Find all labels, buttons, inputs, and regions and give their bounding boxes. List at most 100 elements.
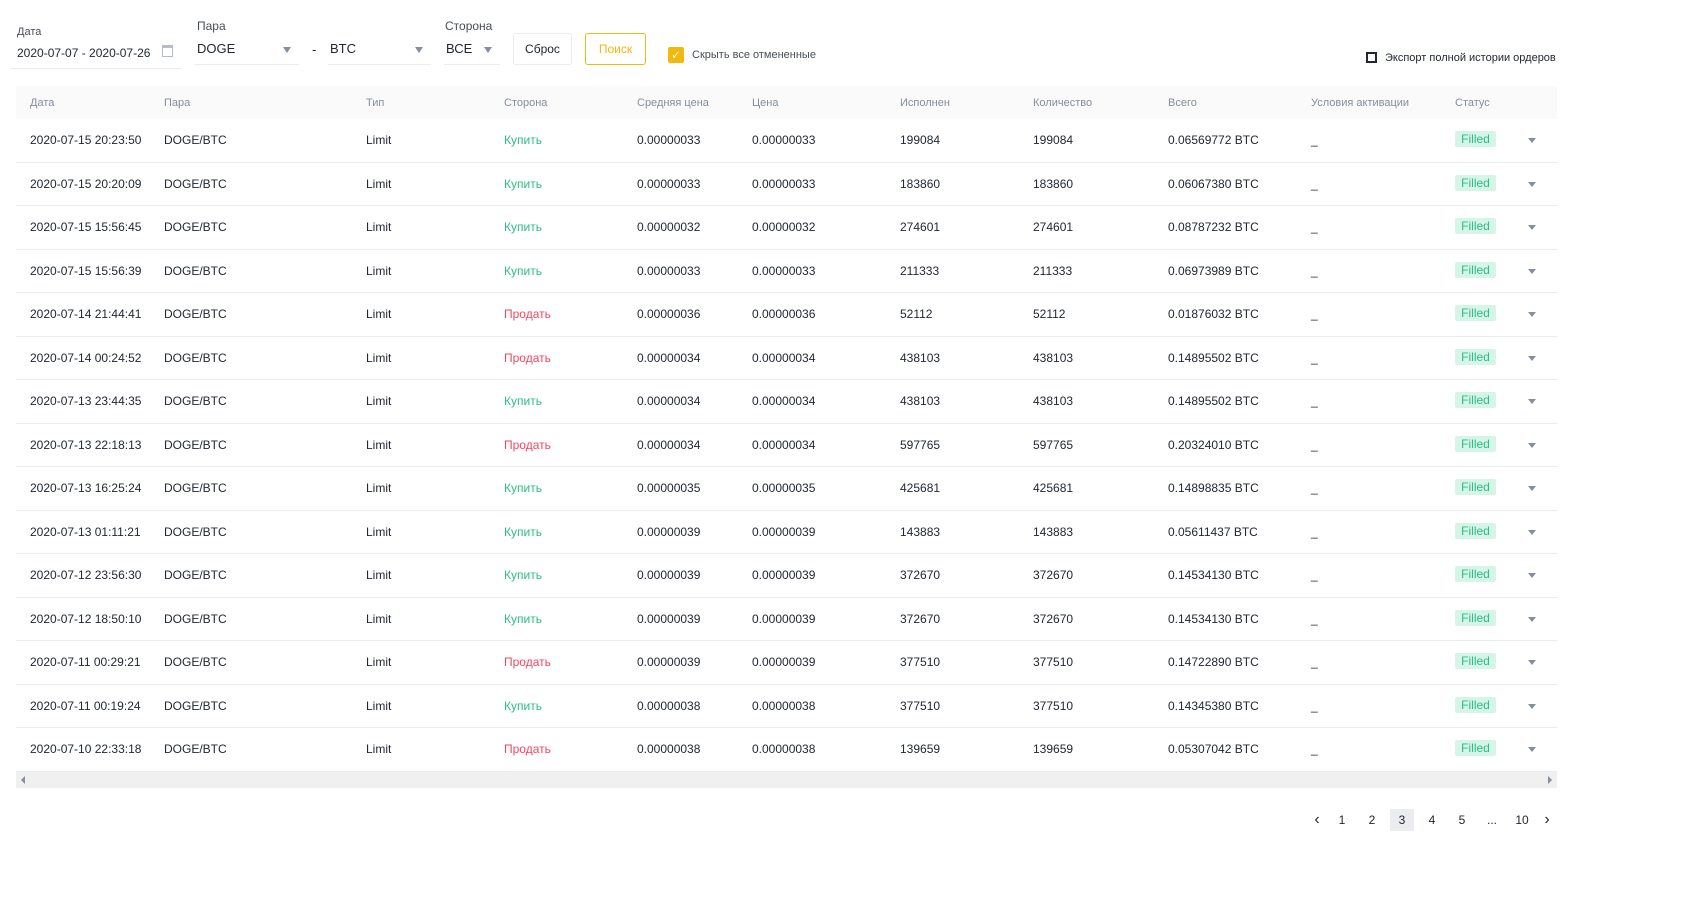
cell-side: Купить xyxy=(504,220,542,234)
column-header-side: Сторона xyxy=(504,97,548,109)
cell-total: 0.01876032 BTC xyxy=(1168,307,1259,321)
cell-avg-price: 0.00000033 xyxy=(637,133,701,147)
expand-row-icon[interactable] xyxy=(1528,747,1536,752)
cell-total: 0.14722890 BTC xyxy=(1168,655,1259,669)
status-badge: Filled xyxy=(1455,348,1496,365)
prev-page-icon[interactable]: ‹ xyxy=(1305,809,1329,831)
table-row: 2020-07-11 00:19:24 DOGE/BTC Limit Купить 0.… xyxy=(16,685,1557,728)
cell-price: 0.00000039 xyxy=(752,524,816,539)
expand-row-icon[interactable] xyxy=(1528,225,1536,230)
scroll-left-icon[interactable] xyxy=(21,776,25,784)
hide-cancelled-checkbox[interactable]: ✓ xyxy=(668,47,684,63)
expand-row-icon[interactable] xyxy=(1528,529,1536,535)
side-select[interactable]: ВСЕ xyxy=(444,33,500,65)
cell-amount: 199084 xyxy=(1033,133,1074,147)
cell-trigger: _ xyxy=(1311,350,1318,365)
table-row: 2020-07-12 18:50:10 DOGE/BTC Limit Купить 0.… xyxy=(16,598,1557,641)
cell-type: Limit xyxy=(366,437,392,452)
cell-filled: 377510 xyxy=(900,698,941,713)
cell-trigger: _ xyxy=(1311,263,1318,278)
cell-date: 2020-07-13 23:44:35 xyxy=(30,394,142,408)
cell-trigger: _ xyxy=(1311,742,1318,756)
reset-button[interactable]: Сброс xyxy=(513,33,572,65)
chevron-down-icon xyxy=(484,47,492,53)
cell-filled: 438103 xyxy=(900,394,941,408)
cell-avg-price: 0.00000034 xyxy=(637,394,701,408)
cell-pair: DOGE/BTC xyxy=(164,220,227,234)
base-select[interactable]: DOGE xyxy=(195,33,299,65)
cell-side: Купить xyxy=(504,394,542,408)
cell-date: 2020-07-15 15:56:39 xyxy=(30,263,142,278)
cell-trigger: _ xyxy=(1311,394,1318,408)
table-row: 2020-07-15 15:56:45 DOGE/BTC Limit Купить 0.… xyxy=(16,206,1557,250)
cell-filled: 199084 xyxy=(900,133,941,147)
page-10[interactable]: 10 xyxy=(1510,809,1534,831)
expand-row-icon[interactable] xyxy=(1528,355,1536,361)
expand-row-icon[interactable] xyxy=(1528,312,1536,317)
cell-amount: 425681 xyxy=(1033,481,1074,495)
cell-avg-price: 0.00000033 xyxy=(637,263,701,278)
column-header-date: Дата xyxy=(30,97,55,109)
cell-avg-price: 0.00000039 xyxy=(637,568,701,582)
horizontal-scrollbar[interactable] xyxy=(16,772,1557,788)
page-3[interactable]: 3 xyxy=(1390,809,1414,831)
page-2[interactable]: 2 xyxy=(1360,809,1384,831)
cell-avg-price: 0.00000034 xyxy=(637,350,701,365)
table-row: 2020-07-11 00:29:21 DOGE/BTC Limit Продать 0… xyxy=(16,641,1557,685)
cell-date: 2020-07-12 23:56:30 xyxy=(30,568,142,582)
cell-trigger: _ xyxy=(1311,698,1318,713)
cell-trigger: _ xyxy=(1311,307,1318,321)
status-badge: Filled xyxy=(1455,392,1496,408)
cell-type: Limit xyxy=(366,394,392,408)
cell-amount: 372670 xyxy=(1033,611,1074,626)
cell-side: Продать xyxy=(504,437,551,452)
cell-amount: 274601 xyxy=(1033,220,1074,234)
page-4[interactable]: 4 xyxy=(1420,809,1444,831)
cell-filled: 377510 xyxy=(900,655,941,669)
expand-row-icon[interactable] xyxy=(1528,268,1536,274)
cell-avg-price: 0.00000036 xyxy=(637,307,701,321)
expand-row-icon[interactable] xyxy=(1528,703,1536,709)
cell-date: 2020-07-12 18:50:10 xyxy=(30,611,142,626)
column-header-trigger: Условия активации xyxy=(1311,97,1410,109)
cell-trigger: _ xyxy=(1311,655,1318,669)
search-button[interactable]: Поиск xyxy=(585,33,646,65)
cell-price: 0.00000038 xyxy=(752,742,816,756)
quote-select[interactable]: BTC xyxy=(328,33,431,65)
cell-filled: 274601 xyxy=(900,220,941,234)
scroll-right-icon[interactable] xyxy=(1548,776,1552,784)
cell-date: 2020-07-11 00:19:24 xyxy=(30,698,141,713)
cell-total: 0.06569772 BTC xyxy=(1168,133,1259,147)
expand-row-icon[interactable] xyxy=(1528,181,1536,187)
expand-row-icon[interactable] xyxy=(1528,399,1536,404)
page-5[interactable]: 5 xyxy=(1450,809,1474,831)
cell-filled: 438103 xyxy=(900,350,941,365)
cell-filled: 425681 xyxy=(900,481,941,495)
cell-pair: DOGE/BTC xyxy=(164,307,227,321)
side-value: ВСЕ xyxy=(446,41,473,56)
cell-total: 0.06973989 BTC xyxy=(1168,263,1259,278)
cell-side: Купить xyxy=(504,133,542,147)
cell-filled: 372670 xyxy=(900,568,941,582)
page-1[interactable]: 1 xyxy=(1330,809,1354,831)
column-header-status: Статус xyxy=(1455,97,1490,109)
cell-price: 0.00000032 xyxy=(752,220,816,234)
next-page-icon[interactable]: › xyxy=(1535,809,1559,831)
base-value: DOGE xyxy=(197,41,236,56)
export-link[interactable]: Экспорт полной истории ордеров xyxy=(1385,52,1556,64)
expand-row-icon[interactable] xyxy=(1528,616,1536,622)
date-range-input[interactable]: 2020-07-07 - 2020-07-26 xyxy=(11,37,181,69)
cell-total: 0.05307042 BTC xyxy=(1168,742,1259,756)
expand-row-icon[interactable] xyxy=(1528,573,1536,578)
hide-cancelled-label[interactable]: Скрыть все отмененные xyxy=(692,49,816,61)
expand-row-icon[interactable] xyxy=(1528,660,1536,665)
cell-pair: DOGE/BTC xyxy=(164,481,227,495)
expand-row-icon[interactable] xyxy=(1528,486,1536,491)
export-icon[interactable] xyxy=(1366,52,1377,63)
page-ellipsis: ... xyxy=(1486,813,1497,827)
table-row: 2020-07-14 21:44:41 DOGE/BTC Limit Продать 0… xyxy=(16,293,1557,337)
cell-trigger: _ xyxy=(1311,437,1318,452)
expand-row-icon[interactable] xyxy=(1528,138,1536,143)
cell-pair: DOGE/BTC xyxy=(164,176,227,191)
expand-row-icon[interactable] xyxy=(1528,442,1536,448)
